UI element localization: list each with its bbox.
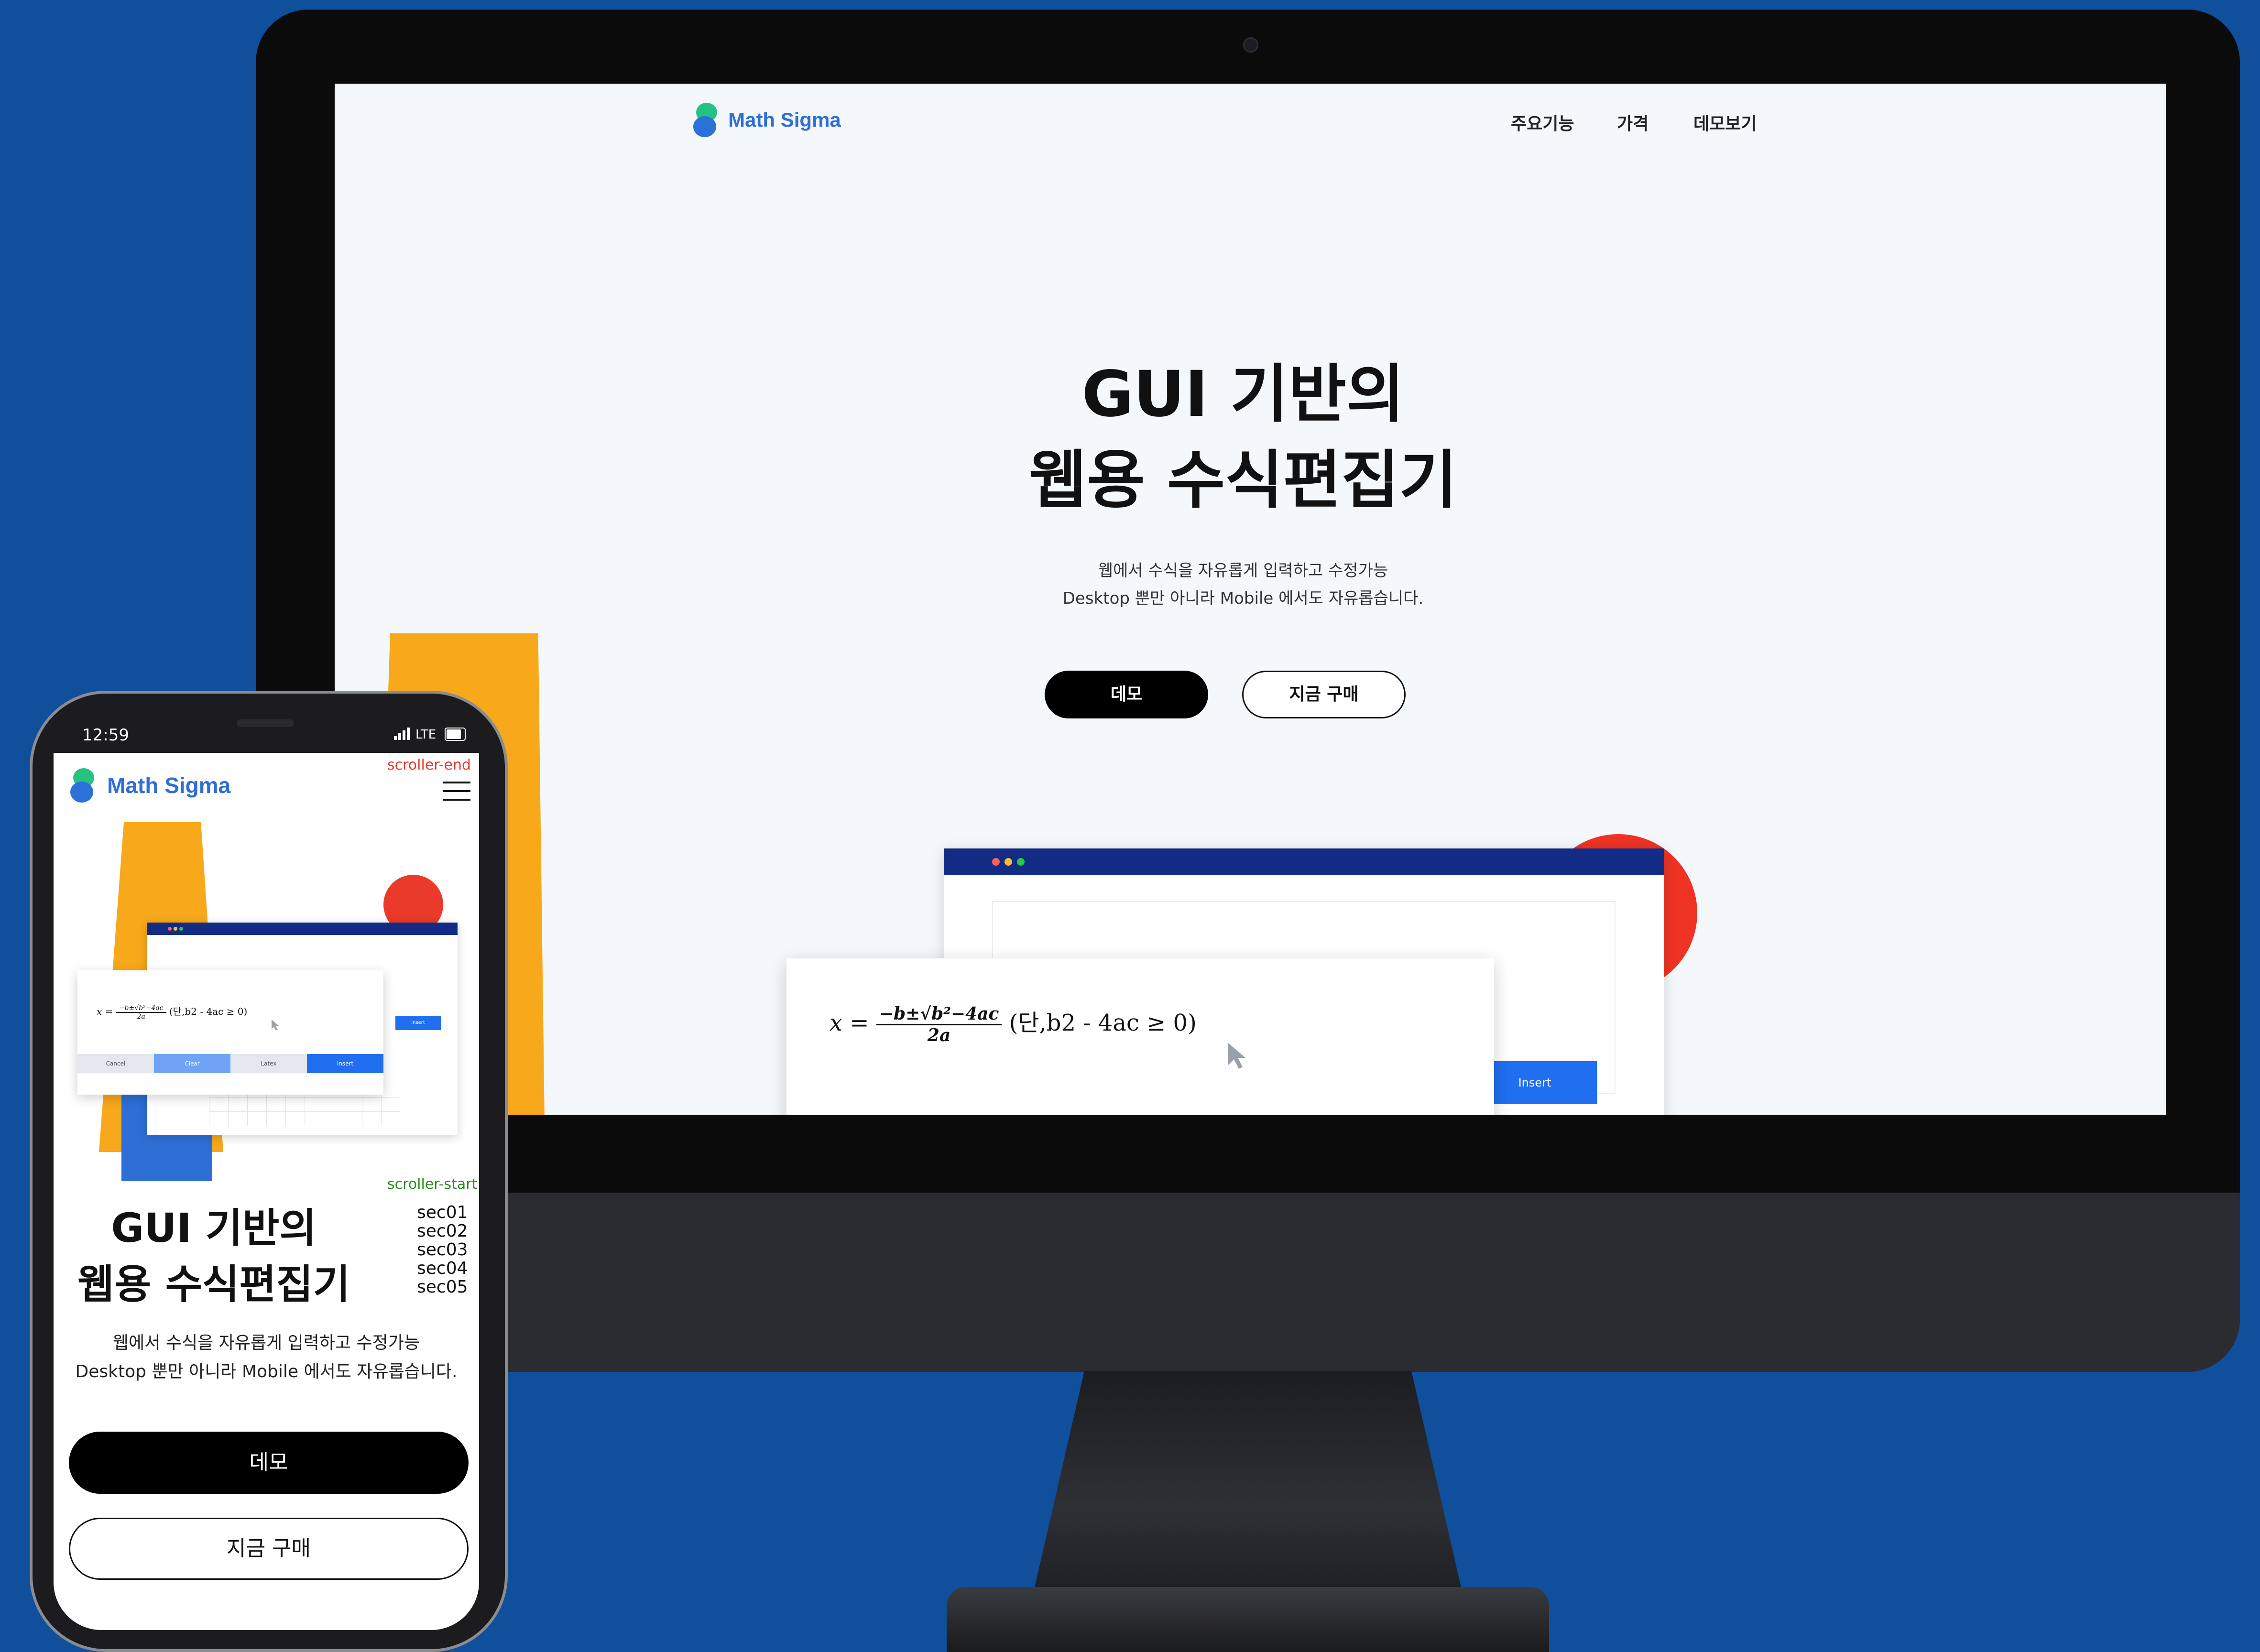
mobile-logo[interactable]: Math Sigma	[70, 768, 230, 803]
formula-denominator: 2a	[927, 1025, 951, 1045]
window-close-dot-icon	[168, 927, 172, 931]
hero-subtitle-line2: Desktop 뿐만 아니라 Mobile 에서도 자유롭습니다.	[75, 1362, 458, 1381]
buy-now-button[interactable]: 지금 구매	[1242, 671, 1406, 718]
buy-now-button[interactable]: 지금 구매	[69, 1518, 469, 1580]
hero-subtitle-line1: 웹에서 수식을 자유롭게 입력하고 수정가능	[1098, 561, 1388, 580]
imac-chin	[256, 1193, 2240, 1372]
window-minimize-dot-icon	[1004, 858, 1012, 866]
nav-demo[interactable]: 데모보기	[1693, 110, 1757, 135]
window-title-bar	[147, 923, 458, 935]
desktop-screen: Math Sigma 주요기능 가격 데모보기 GUI 기반의 웹용 수식편집기…	[335, 84, 2166, 1115]
editor-action-tabs: Cancel Clear Latex Insert	[77, 1054, 383, 1073]
window-maximize-dot-icon	[1017, 858, 1025, 866]
imac-stand	[1033, 1371, 1463, 1596]
nav-features[interactable]: 주요기능	[1511, 110, 1574, 135]
formula-card: x = −b±√b²−4ac 2a (단,b2 - 4ac ≥ 0)	[77, 970, 383, 1095]
signal-icon	[394, 727, 413, 741]
sec04-marker: sec04	[417, 1259, 468, 1278]
sec03-marker: sec03	[417, 1240, 468, 1260]
tab-clear[interactable]: Clear	[154, 1054, 230, 1073]
mouse-cursor-icon	[1228, 1043, 1245, 1069]
hero-title-line1: GUI 기반의	[111, 1205, 317, 1251]
hero-title: GUI 기반의 웹용 수식편집기	[765, 351, 1721, 523]
window-maximize-dot-icon	[179, 927, 183, 931]
formula-condition: (단,b2 - 4ac ≥ 0)	[169, 1006, 248, 1017]
window-title-bar	[944, 848, 1664, 875]
network-label: LTE	[415, 728, 437, 742]
webcam-icon	[1243, 37, 1258, 53]
sec01-marker: sec01	[417, 1203, 468, 1222]
math-sigma-logo-icon	[693, 103, 721, 137]
battery-icon	[445, 728, 466, 741]
math-sigma-logo-icon	[70, 768, 98, 803]
phone-status-bar: 12:59 LTE	[54, 717, 479, 753]
tab-insert[interactable]: Insert	[307, 1054, 383, 1073]
mouse-cursor-icon	[272, 1020, 279, 1031]
hero-title-line2: 웹용 수식편집기	[77, 1261, 350, 1308]
formula-lhs: x =	[97, 1006, 113, 1017]
hero-title: GUI 기반의 웹용 수식편집기	[54, 1200, 374, 1313]
insert-button[interactable]: Insert	[395, 1016, 441, 1030]
logo-text: Math Sigma	[107, 773, 231, 798]
formula-condition: (단,b2 - 4ac ≥ 0)	[1009, 1010, 1197, 1036]
hero-subtitle: 웹에서 수식을 자유롭게 입력하고 수정가능 Desktop 뿐만 아니라 Mo…	[54, 1329, 479, 1386]
formula-denominator: 2a	[137, 1012, 145, 1021]
window-close-dot-icon	[992, 858, 1000, 866]
scroller-start-marker: scroller-start	[387, 1176, 478, 1193]
formula-lhs: x =	[830, 1010, 869, 1036]
desktop-logo[interactable]: Math Sigma	[693, 103, 884, 141]
hero-subtitle-line1: 웹에서 수식을 자유롭게 입력하고 수정가능	[113, 1333, 420, 1353]
scroller-end-marker: scroller-end	[387, 757, 471, 773]
window-minimize-dot-icon	[174, 927, 177, 931]
formula-card: x = −b±√b²−4ac 2a (단,b2 - 4ac ≥ 0)	[786, 958, 1494, 1115]
imac-stand-base	[947, 1587, 1549, 1652]
mobile-screen: Math Sigma scroller-end Insert x = −b±√b…	[54, 753, 479, 1630]
formula-fraction: −b±√b²−4ac 2a	[116, 1004, 166, 1021]
status-time: 12:59	[82, 726, 129, 745]
section-markers: sec01 sec02 sec03 sec04 sec05	[417, 1203, 468, 1296]
hero-title-line1: GUI 기반의	[1081, 358, 1405, 431]
formula-fraction: −b±√b²−4ac 2a	[876, 1004, 1002, 1045]
hero-subtitle-line2: Desktop 뿐만 아니라 Mobile 에서도 자유롭습니다.	[1062, 589, 1424, 608]
sec05-marker: sec05	[417, 1277, 468, 1297]
demo-button[interactable]: 데모	[69, 1432, 469, 1494]
formula-numerator: −b±√b²−4ac	[876, 1004, 1002, 1025]
demo-button[interactable]: 데모	[1045, 671, 1208, 718]
hero-subtitle: 웹에서 수식을 자유롭게 입력하고 수정가능 Desktop 뿐만 아니라 Mo…	[765, 557, 1721, 612]
hero-title-line2: 웹용 수식편집기	[1028, 444, 1458, 517]
logo-text: Math Sigma	[728, 109, 841, 131]
formula-numerator: −b±√b²−4ac	[116, 1004, 166, 1013]
sec02-marker: sec02	[417, 1221, 468, 1241]
quadratic-formula: x = −b±√b²−4ac 2a (단,b2 - 4ac ≥ 0)	[830, 1004, 1197, 1045]
nav-pricing[interactable]: 가격	[1617, 110, 1649, 135]
tab-cancel[interactable]: Cancel	[77, 1054, 154, 1073]
hamburger-menu-icon[interactable]	[443, 782, 470, 803]
tab-latex[interactable]: Latex	[230, 1054, 307, 1073]
quadratic-formula: x = −b±√b²−4ac 2a (단,b2 - 4ac ≥ 0)	[97, 1004, 247, 1021]
